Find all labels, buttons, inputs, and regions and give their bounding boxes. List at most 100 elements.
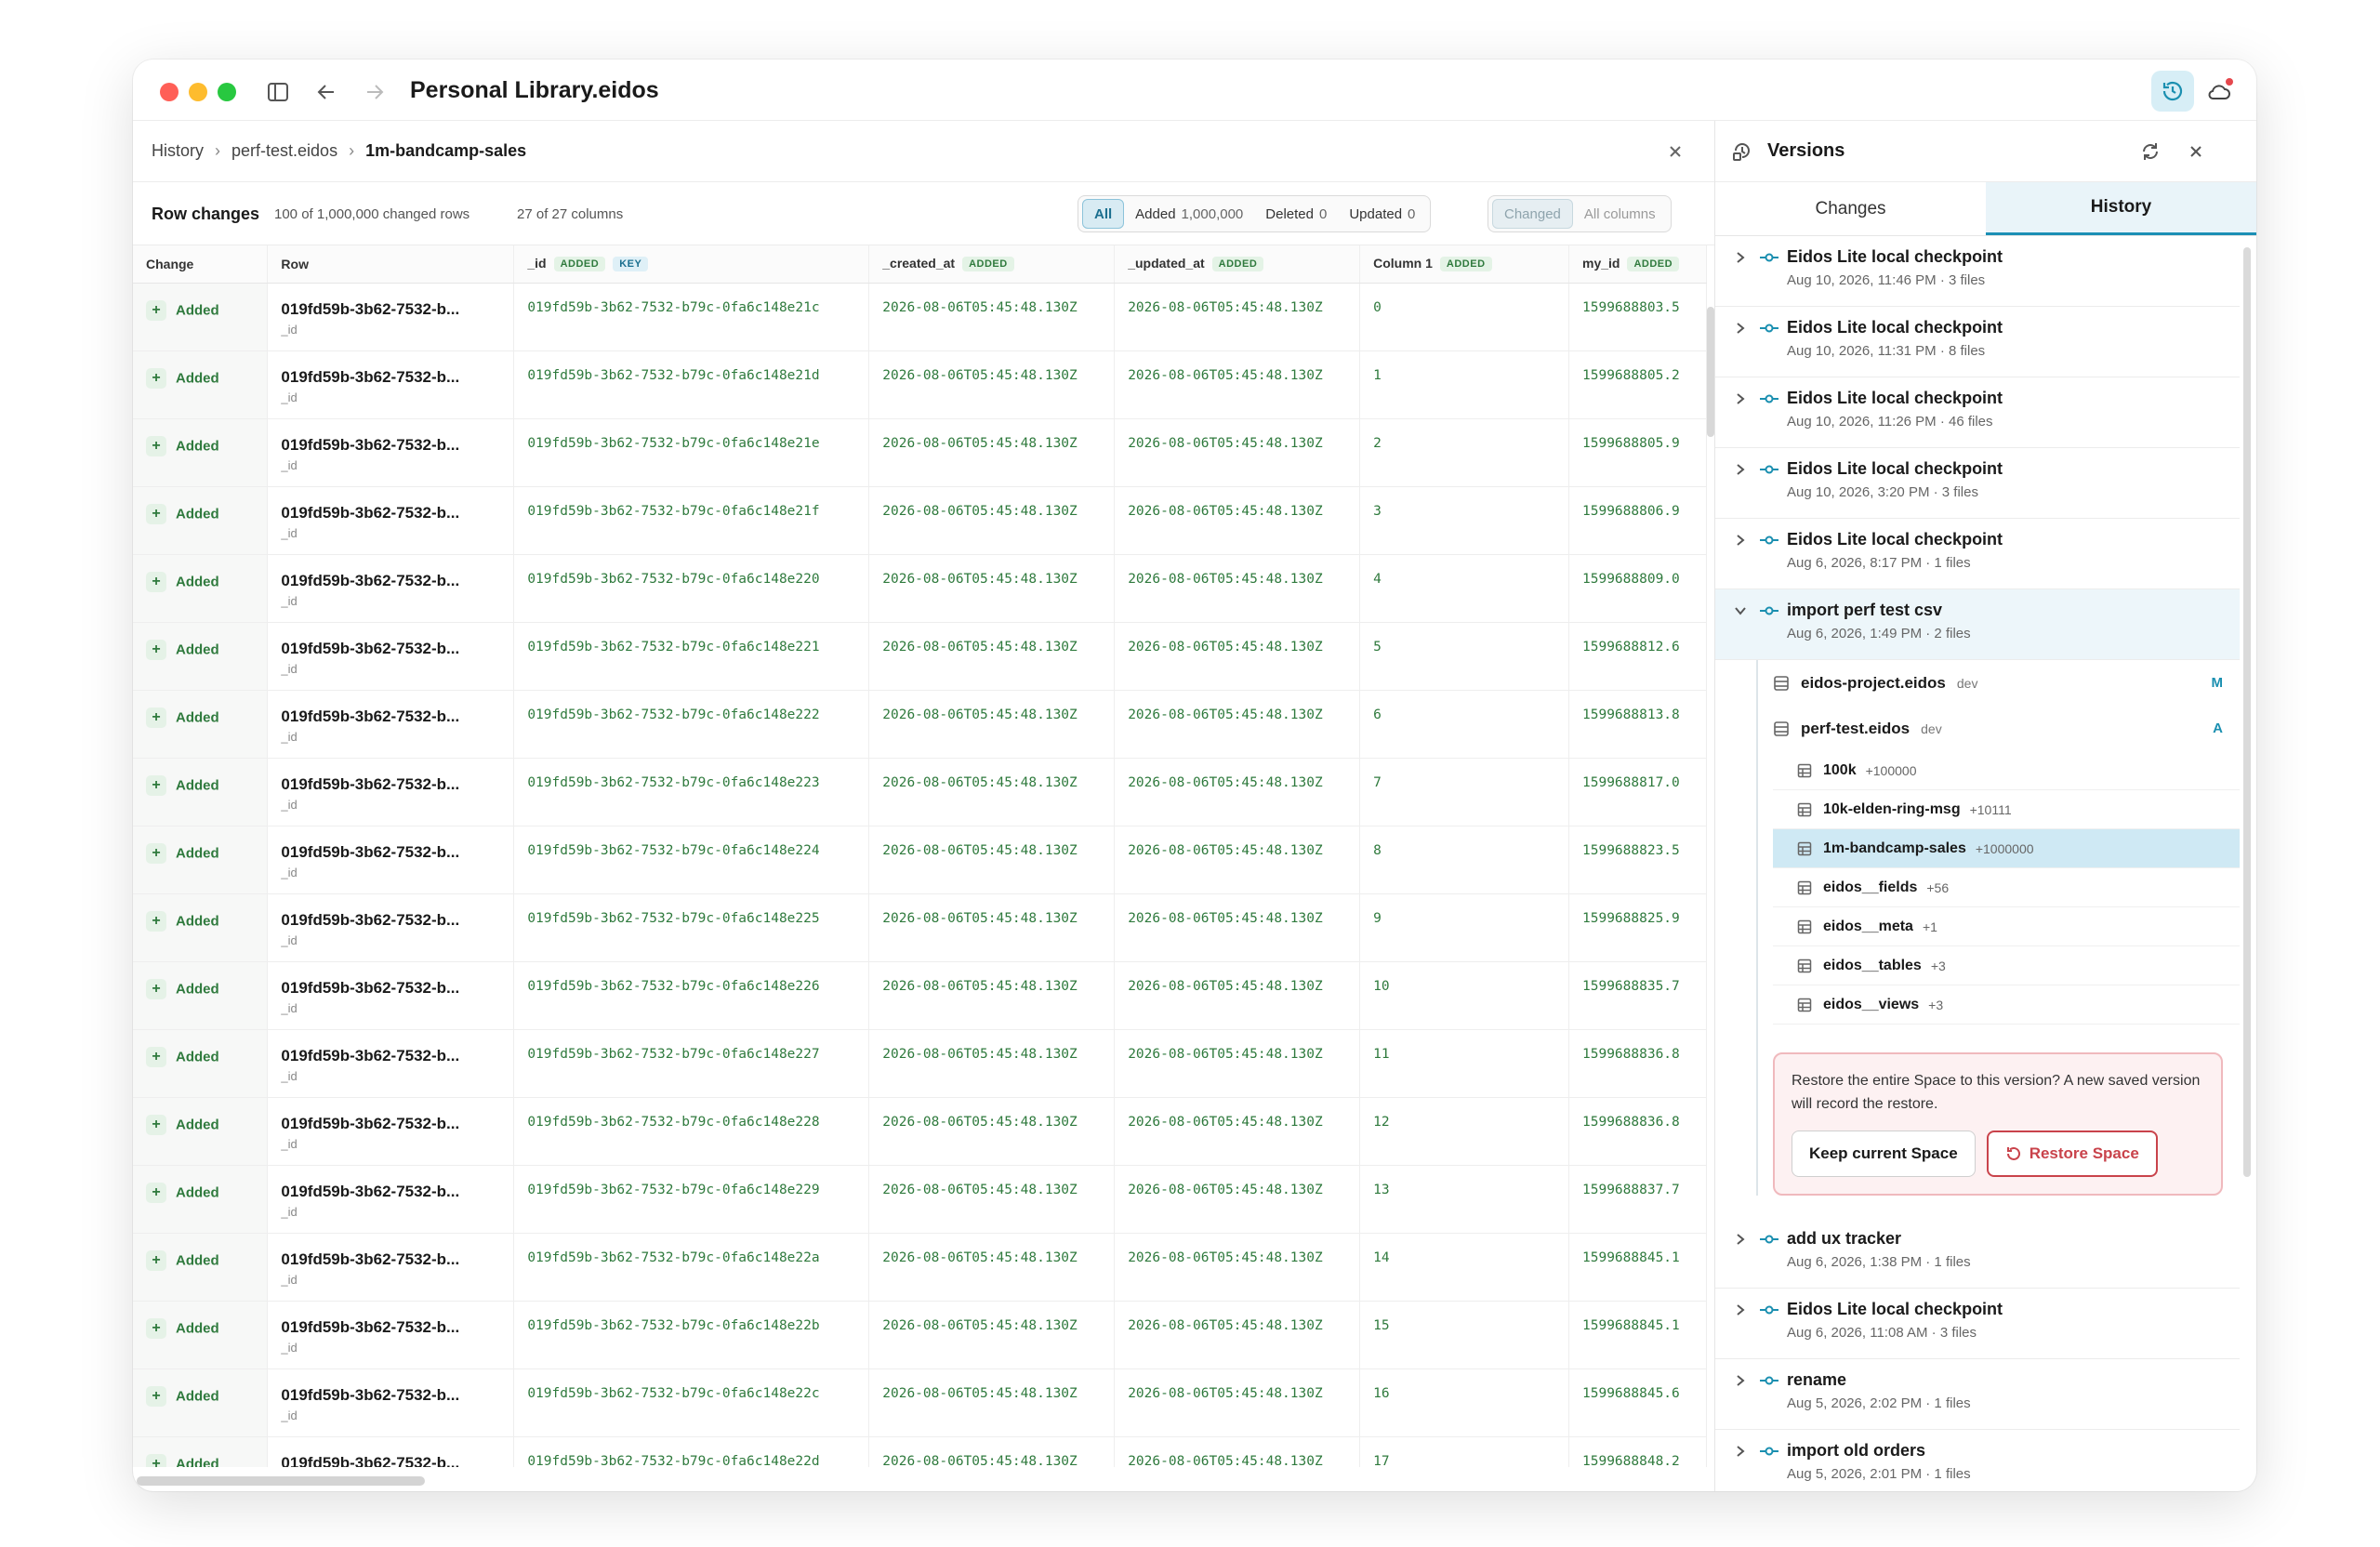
filter-added[interactable]: Added 1,000,000 bbox=[1124, 199, 1254, 229]
column-header[interactable]: my_id ADDED bbox=[1568, 245, 1707, 284]
tab-history[interactable]: History bbox=[1986, 182, 2256, 235]
row-cell: 019fd59b-3b62-7532-b... _id bbox=[267, 486, 515, 555]
chevron-right-icon[interactable] bbox=[1732, 320, 1749, 337]
table-row[interactable]: +Added019fd59b-3b62-7532-b..._id019fd59b… bbox=[133, 826, 1707, 894]
version-item[interactable]: rename Aug 5, 2026, 2:02 PM · 1 files bbox=[1715, 1359, 2240, 1430]
close-icon[interactable] bbox=[2182, 138, 2210, 165]
breadcrumb-history[interactable]: History bbox=[152, 141, 204, 161]
close-icon[interactable] bbox=[1660, 137, 1690, 166]
panel-scrollbar[interactable] bbox=[2243, 247, 2251, 1177]
my-id-cell: 1599688835.7 bbox=[1568, 961, 1707, 1030]
minimize-window-button[interactable] bbox=[189, 83, 207, 101]
row-changes-toolbar: Row changes 100 of 1,000,000 changed row… bbox=[133, 182, 1714, 245]
column-header[interactable]: Row bbox=[267, 245, 515, 284]
table-item[interactable]: 10k-elden-ring-msg +10111 bbox=[1773, 790, 2240, 829]
version-item[interactable]: Eidos Lite local checkpoint Aug 10, 2026,… bbox=[1715, 377, 2240, 448]
row-subtitle: _id bbox=[281, 1068, 298, 1083]
chevron-right-icon[interactable] bbox=[1732, 1443, 1749, 1460]
mode-all-columns[interactable]: All columns bbox=[1573, 199, 1667, 229]
chevron-down-icon[interactable] bbox=[1732, 602, 1749, 619]
table-row[interactable]: +Added019fd59b-3b62-7532-b..._id019fd59b… bbox=[133, 690, 1707, 759]
file-item[interactable]: perf-test.eidos dev A bbox=[1758, 706, 2240, 751]
chevron-right-icon[interactable] bbox=[1732, 1231, 1749, 1248]
chevron-right-icon[interactable] bbox=[1732, 532, 1749, 549]
row-title: 019fd59b-3b62-7532-b... bbox=[281, 842, 460, 861]
change-label: Added bbox=[176, 1320, 219, 1336]
table-horizontal-scrollbar[interactable] bbox=[137, 1476, 425, 1486]
table-row[interactable]: +Added019fd59b-3b62-7532-b..._id019fd59b… bbox=[133, 1029, 1707, 1098]
chevron-right-icon[interactable] bbox=[1732, 1302, 1749, 1318]
back-arrow-icon[interactable] bbox=[311, 77, 341, 107]
restore-space-button[interactable]: Restore Space bbox=[1986, 1130, 2158, 1177]
table-row[interactable]: +Added019fd59b-3b62-7532-b..._id019fd59b… bbox=[133, 1368, 1707, 1437]
table-row[interactable]: +Added019fd59b-3b62-7532-b..._id019fd59b… bbox=[133, 350, 1707, 419]
table-row[interactable]: +Added019fd59b-3b62-7532-b..._id019fd59b… bbox=[133, 418, 1707, 487]
version-item[interactable]: import perf test csv Aug 6, 2026, 1:49 PM… bbox=[1715, 589, 2240, 660]
table-row[interactable]: +Added019fd59b-3b62-7532-b..._id019fd59b… bbox=[133, 961, 1707, 1030]
table-item[interactable]: 1m-bandcamp-sales +1000000 bbox=[1773, 829, 2240, 868]
version-meta: Aug 10, 2026, 3:20 PM · 3 files bbox=[1787, 484, 1978, 500]
column-header[interactable]: _updated_at ADDED bbox=[1114, 245, 1361, 284]
version-item[interactable]: Eidos Lite local checkpoint Aug 10, 2026,… bbox=[1715, 236, 2240, 307]
filter-all[interactable]: All bbox=[1082, 199, 1125, 229]
updated-at-cell: 2026-08-06T05:45:48.130Z bbox=[1114, 1233, 1361, 1302]
table-row[interactable]: +Added019fd59b-3b62-7532-b..._id019fd59b… bbox=[133, 758, 1707, 826]
version-list: Eidos Lite local checkpoint Aug 10, 2026,… bbox=[1715, 236, 2240, 1491]
table-item[interactable]: eidos__tables +3 bbox=[1773, 946, 2240, 985]
id-cell: 019fd59b-3b62-7532-b79c-0fa6c148e21e bbox=[513, 418, 870, 487]
table-row[interactable]: +Added019fd59b-3b62-7532-b..._id019fd59b… bbox=[133, 1301, 1707, 1369]
table-row[interactable]: +Added019fd59b-3b62-7532-b..._id019fd59b… bbox=[133, 283, 1707, 351]
sidebar-toggle-icon[interactable] bbox=[263, 77, 293, 107]
mode-changed[interactable]: Changed bbox=[1492, 199, 1573, 229]
filter-deleted[interactable]: Deleted 0 bbox=[1254, 199, 1338, 229]
tab-changes[interactable]: Changes bbox=[1715, 182, 1986, 235]
my-id-cell: 1599688823.5 bbox=[1568, 826, 1707, 894]
version-item[interactable]: Eidos Lite local checkpoint Aug 6, 2026, … bbox=[1715, 1289, 2240, 1359]
table-row[interactable]: +Added019fd59b-3b62-7532-b..._id019fd59b… bbox=[133, 554, 1707, 623]
history-toggle-button[interactable] bbox=[2151, 71, 2194, 112]
table-row[interactable]: +Added019fd59b-3b62-7532-b..._id019fd59b… bbox=[133, 486, 1707, 555]
version-item[interactable]: Eidos Lite local checkpoint Aug 10, 2026,… bbox=[1715, 307, 2240, 377]
row-cell: 019fd59b-3b62-7532-b... _id bbox=[267, 554, 515, 623]
versions-icon bbox=[1728, 138, 1756, 165]
row-title: 019fd59b-3b62-7532-b... bbox=[281, 1453, 460, 1468]
table-row[interactable]: +Added019fd59b-3b62-7532-b..._id019fd59b… bbox=[133, 893, 1707, 962]
table-item[interactable]: 100k +100000 bbox=[1773, 751, 2240, 790]
keep-current-space-button[interactable]: Keep current Space bbox=[1792, 1130, 1976, 1177]
version-item[interactable]: add ux tracker Aug 6, 2026, 1:38 PM · 1 f… bbox=[1715, 1218, 2240, 1289]
table-item[interactable]: eidos__meta +1 bbox=[1773, 907, 2240, 946]
column-header[interactable]: _id ADDED KEY bbox=[513, 245, 870, 284]
chevron-right-icon[interactable] bbox=[1732, 390, 1749, 407]
zoom-window-button[interactable] bbox=[218, 83, 236, 101]
table-row[interactable]: +Added019fd59b-3b62-7532-b..._id019fd59b… bbox=[133, 1097, 1707, 1166]
column-header-label: Column 1 bbox=[1373, 256, 1433, 271]
forward-arrow-icon[interactable] bbox=[360, 77, 390, 107]
change-label: Added bbox=[176, 574, 219, 589]
table-row[interactable]: +Added019fd59b-3b62-7532-b..._id019fd59b… bbox=[133, 622, 1707, 691]
column-header[interactable]: Change bbox=[133, 245, 269, 284]
table-vertical-scrollbar[interactable] bbox=[1707, 307, 1714, 437]
breadcrumb-file[interactable]: perf-test.eidos bbox=[231, 141, 337, 161]
updated-at-cell: 2026-08-06T05:45:48.130Z bbox=[1114, 1436, 1361, 1467]
close-window-button[interactable] bbox=[160, 83, 178, 101]
filter-updated[interactable]: Updated 0 bbox=[1338, 199, 1426, 229]
table-row[interactable]: +Added019fd59b-3b62-7532-b..._id019fd59b… bbox=[133, 1233, 1707, 1302]
my-id-cell: 1599688817.0 bbox=[1568, 758, 1707, 826]
chevron-right-icon[interactable] bbox=[1732, 461, 1749, 478]
version-item[interactable]: import old orders Aug 5, 2026, 2:01 PM · … bbox=[1715, 1430, 2240, 1491]
column-header[interactable]: _created_at ADDED bbox=[868, 245, 1116, 284]
refresh-icon[interactable] bbox=[2136, 138, 2164, 165]
my-id-cell: 1599688848.2 bbox=[1568, 1436, 1707, 1467]
table-item[interactable]: eidos__views +3 bbox=[1773, 985, 2240, 1025]
chevron-right-icon[interactable] bbox=[1732, 249, 1749, 266]
column-header[interactable]: Column 1 ADDED bbox=[1359, 245, 1569, 284]
table-row[interactable]: +Added019fd59b-3b62-7532-b..._id019fd59b… bbox=[133, 1165, 1707, 1234]
sync-cloud-button[interactable] bbox=[2198, 71, 2241, 112]
version-item[interactable]: Eidos Lite local checkpoint Aug 10, 2026,… bbox=[1715, 448, 2240, 519]
file-status: M bbox=[2211, 675, 2224, 691]
file-item[interactable]: eidos-project.eidos dev M bbox=[1758, 660, 2240, 706]
table-row[interactable]: +Added019fd59b-3b62-7532-b..._id019fd59b… bbox=[133, 1436, 1707, 1467]
table-item[interactable]: eidos__fields +56 bbox=[1773, 868, 2240, 907]
chevron-right-icon[interactable] bbox=[1732, 1372, 1749, 1389]
version-item[interactable]: Eidos Lite local checkpoint Aug 6, 2026, … bbox=[1715, 519, 2240, 589]
